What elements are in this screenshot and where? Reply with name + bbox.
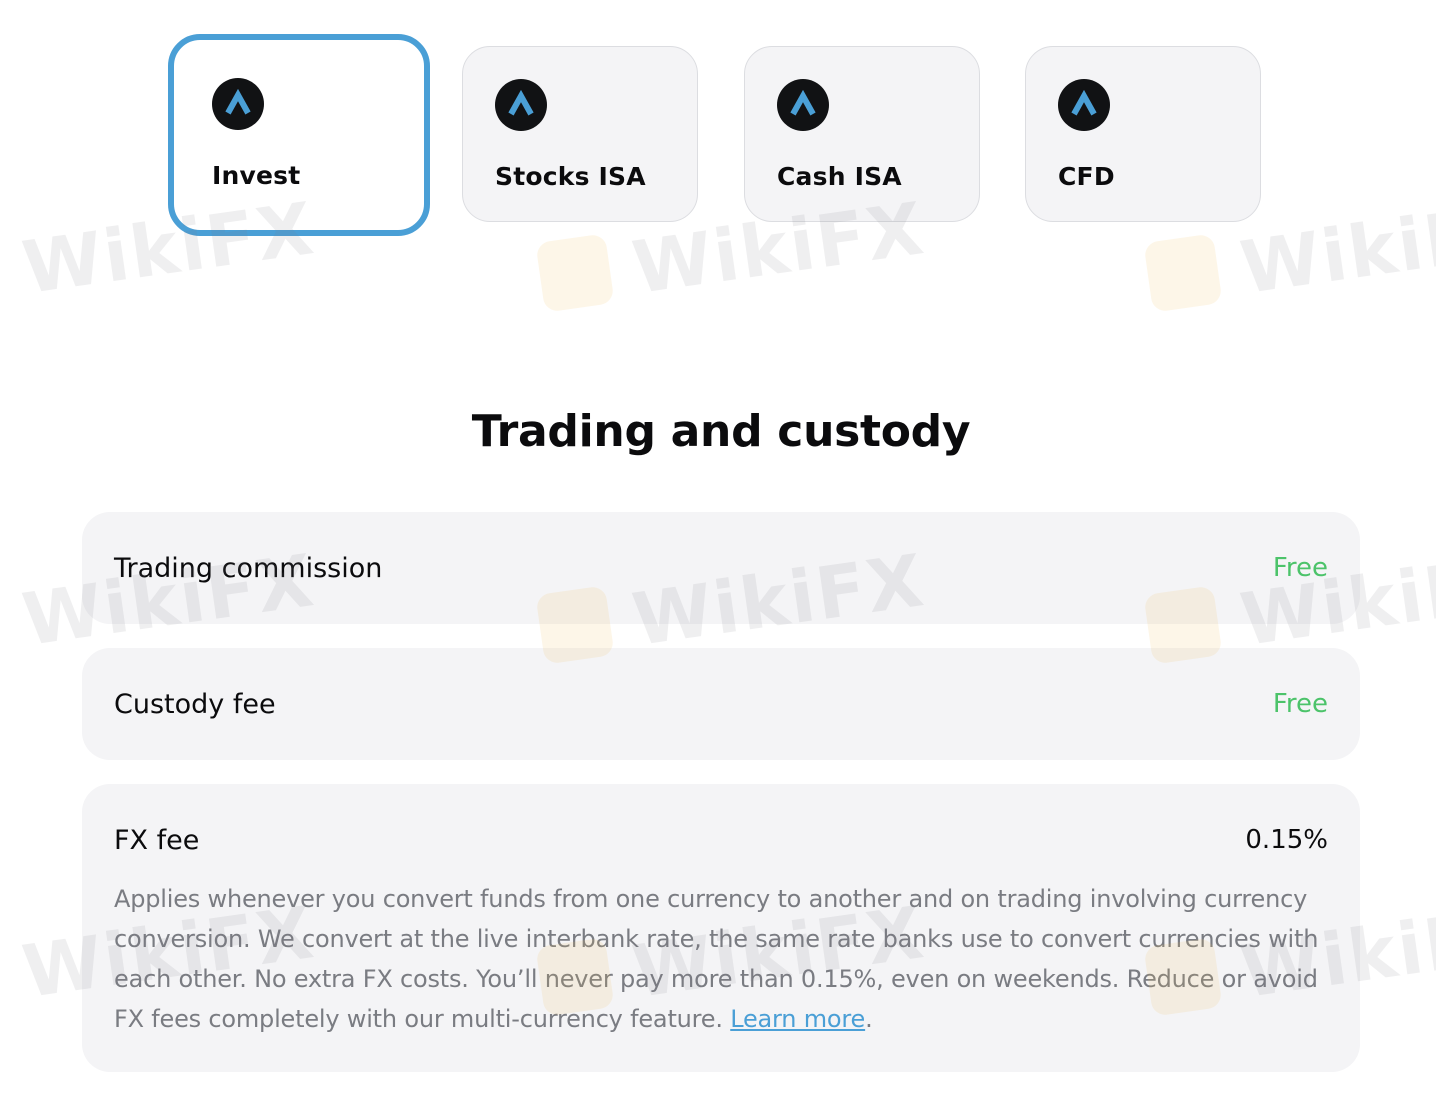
fee-description-text: Applies whenever you convert funds from … (114, 885, 1319, 1033)
tab-cash-isa[interactable]: Cash ISA (744, 46, 980, 222)
tab-stocks-isa[interactable]: Stocks ISA (462, 46, 698, 222)
tab-label: Cash ISA (777, 162, 902, 191)
tab-label: Stocks ISA (495, 162, 646, 191)
description-period: . (865, 1005, 873, 1033)
fee-description: Applies whenever you convert funds from … (114, 879, 1328, 1039)
fee-name: Trading commission (114, 552, 383, 584)
tab-invest[interactable]: Invest (168, 34, 430, 236)
fee-name: FX fee (114, 824, 200, 856)
learn-more-link[interactable]: Learn more (730, 1005, 865, 1033)
fee-card-header: Custody fee Free (114, 684, 1328, 724)
fee-card-trading-commission: Trading commission Free (82, 512, 1360, 624)
tab-label: Invest (212, 161, 301, 190)
fee-card-header: Trading commission Free (114, 548, 1328, 588)
brand-caret-logo-icon (495, 79, 547, 131)
fee-name: Custody fee (114, 688, 276, 720)
brand-caret-logo-icon (212, 78, 264, 130)
fee-card-fx-fee: FX fee 0.15% Applies whenever you conver… (82, 784, 1360, 1072)
watermark: WikiFX (1235, 185, 1436, 311)
watermark-logo-icon (1143, 233, 1223, 313)
tab-cfd[interactable]: CFD (1025, 46, 1261, 222)
fee-value: Free (1272, 689, 1328, 719)
fee-card-header: FX fee 0.15% (114, 820, 1328, 860)
fee-value: Free (1272, 553, 1328, 583)
brand-caret-logo-icon (777, 79, 829, 131)
fee-value: 0.15% (1245, 825, 1328, 855)
brand-caret-logo-icon (1058, 79, 1110, 131)
fee-card-custody-fee: Custody fee Free (82, 648, 1360, 760)
section-title: Trading and custody (471, 406, 971, 457)
watermark-logo-icon (535, 233, 615, 313)
tab-label: CFD (1058, 162, 1115, 191)
